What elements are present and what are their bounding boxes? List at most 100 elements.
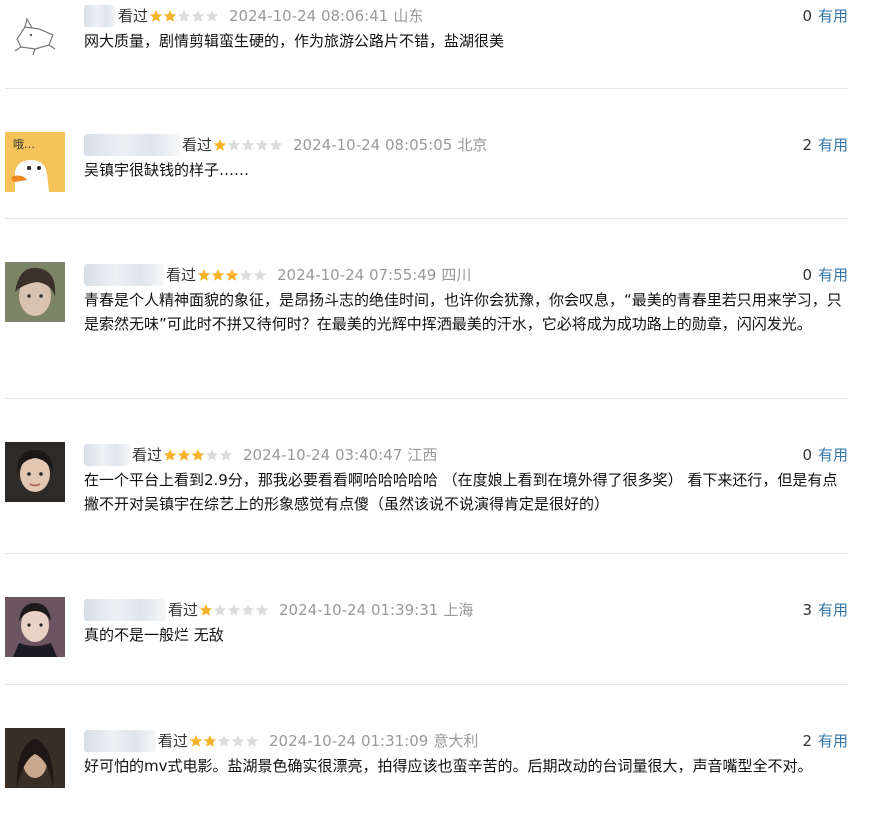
divider: [5, 88, 848, 89]
review-time: 2024-10-24 03:40:47: [243, 446, 403, 464]
review-time: 2024-10-24 08:06:41: [229, 7, 389, 25]
rating-stars: [163, 448, 233, 462]
useful-vote: 0 有用: [802, 5, 848, 27]
username-link[interactable]: 用户: [84, 134, 180, 156]
rating-stars: [149, 9, 219, 23]
review-content: 真的不是一般烂 无敌: [84, 626, 224, 644]
useful-vote: 2 有用: [802, 730, 848, 752]
useful-count: 3: [802, 601, 812, 619]
user-photo-avatar: [5, 442, 65, 502]
review-meta: 用户 看过 2024-10-24 01:39:31 上海: [84, 599, 473, 621]
review-location: 上海: [443, 601, 474, 619]
useful-button[interactable]: 有用: [818, 732, 848, 750]
username-link[interactable]: 用户: [84, 599, 166, 621]
star-icon: [255, 139, 269, 151]
user-photo-avatar: [5, 262, 65, 322]
useful-vote: 2 有用: [802, 134, 848, 156]
review-content: 青春是个人精神面貌的象征，是昂扬斗志的绝佳时间，也许你会犹豫，你会叹息，“最美的…: [84, 291, 842, 333]
username-link[interactable]: 用户: [84, 264, 164, 286]
star-icon: [191, 10, 205, 22]
review-meta: 用户 看过 2024-10-24 08:05:05 北京: [84, 134, 487, 156]
review-time: 2024-10-24 07:55:49: [277, 266, 437, 284]
watch-status: 看过: [182, 136, 213, 154]
star-icon: [269, 139, 283, 151]
star-icon: [239, 269, 253, 281]
review-meta: 用户 看过 2024-10-24 03:40:47 江西: [84, 444, 437, 466]
watch-status: 看过: [166, 266, 197, 284]
star-icon: [149, 10, 163, 22]
star-icon: [163, 449, 177, 461]
useful-button[interactable]: 有用: [818, 7, 848, 25]
star-icon: [213, 139, 227, 151]
useful-count: 2: [802, 136, 812, 154]
review-location: 江西: [407, 446, 438, 464]
divider: [5, 398, 848, 399]
useful-count: 2: [802, 732, 812, 750]
star-icon: [205, 10, 219, 22]
avatar[interactable]: [5, 442, 65, 502]
useful-count: 0: [802, 446, 812, 464]
sketch-cat-avatar: [5, 5, 65, 65]
star-icon: [205, 449, 219, 461]
star-icon: [211, 269, 225, 281]
avatar[interactable]: [5, 5, 65, 65]
watch-status: 看过: [118, 7, 149, 25]
useful-vote: 3 有用: [802, 599, 848, 621]
useful-button[interactable]: 有用: [818, 446, 848, 464]
useful-count: 0: [802, 266, 812, 284]
star-icon: [177, 449, 191, 461]
useful-vote: 0 有用: [802, 444, 848, 466]
star-icon: [241, 139, 255, 151]
review-time: 2024-10-24 01:31:09: [269, 732, 429, 750]
star-icon: [245, 735, 259, 747]
review-time: 2024-10-24 01:39:31: [279, 601, 439, 619]
star-icon: [163, 10, 177, 22]
divider: [5, 684, 848, 685]
star-icon: [191, 449, 205, 461]
username-link[interactable]: 用户: [84, 444, 130, 466]
user-photo-avatar: [5, 597, 65, 657]
star-icon: [189, 735, 203, 747]
star-icon: [225, 269, 239, 281]
rating-stars: [189, 734, 259, 748]
star-icon: [227, 139, 241, 151]
svg-text:哦…: 哦…: [13, 138, 35, 151]
review-location: 北京: [457, 136, 488, 154]
divider: [5, 218, 848, 219]
review-time: 2024-10-24 08:05:05: [293, 136, 453, 154]
star-icon: [203, 735, 217, 747]
avatar[interactable]: [5, 728, 65, 788]
star-icon: [253, 269, 267, 281]
user-photo-avatar: [5, 728, 65, 788]
review-meta: 用户 看过 2024-10-24 08:06:41 山东: [84, 5, 423, 27]
review-location: 意大利: [433, 732, 479, 750]
review-location: 四川: [441, 266, 472, 284]
review-meta: 用户 看过 2024-10-24 01:31:09 意大利: [84, 730, 478, 752]
rating-stars: [213, 138, 283, 152]
star-icon: [217, 735, 231, 747]
star-icon: [231, 735, 245, 747]
watch-status: 看过: [158, 732, 189, 750]
review-content: 吴镇宇很缺钱的样子……: [84, 161, 250, 179]
username-link[interactable]: 用户: [84, 730, 156, 752]
useful-button[interactable]: 有用: [818, 601, 848, 619]
watch-status: 看过: [168, 601, 199, 619]
divider: [5, 553, 848, 554]
review-content: 好可怕的mv式电影。盐湖景色确实很漂亮，拍得应该也蛮辛苦的。后期改动的台词量很大…: [84, 757, 813, 775]
useful-button[interactable]: 有用: [818, 266, 848, 284]
star-icon: [255, 604, 269, 616]
useful-button[interactable]: 有用: [818, 136, 848, 154]
avatar[interactable]: [5, 262, 65, 322]
rating-stars: [199, 603, 269, 617]
star-icon: [177, 10, 191, 22]
avatar[interactable]: [5, 597, 65, 657]
username-link[interactable]: 用户: [84, 5, 116, 27]
avatar[interactable]: 哦…: [5, 132, 65, 192]
review-content: 网大质量，剧情剪辑蛮生硬的，作为旅游公路片不错，盐湖很美: [84, 32, 505, 50]
useful-count: 0: [802, 7, 812, 25]
star-icon: [227, 604, 241, 616]
useful-vote: 0 有用: [802, 264, 848, 286]
rating-stars: [197, 268, 267, 282]
star-icon: [197, 269, 211, 281]
duck-avatar: 哦…: [5, 132, 65, 192]
